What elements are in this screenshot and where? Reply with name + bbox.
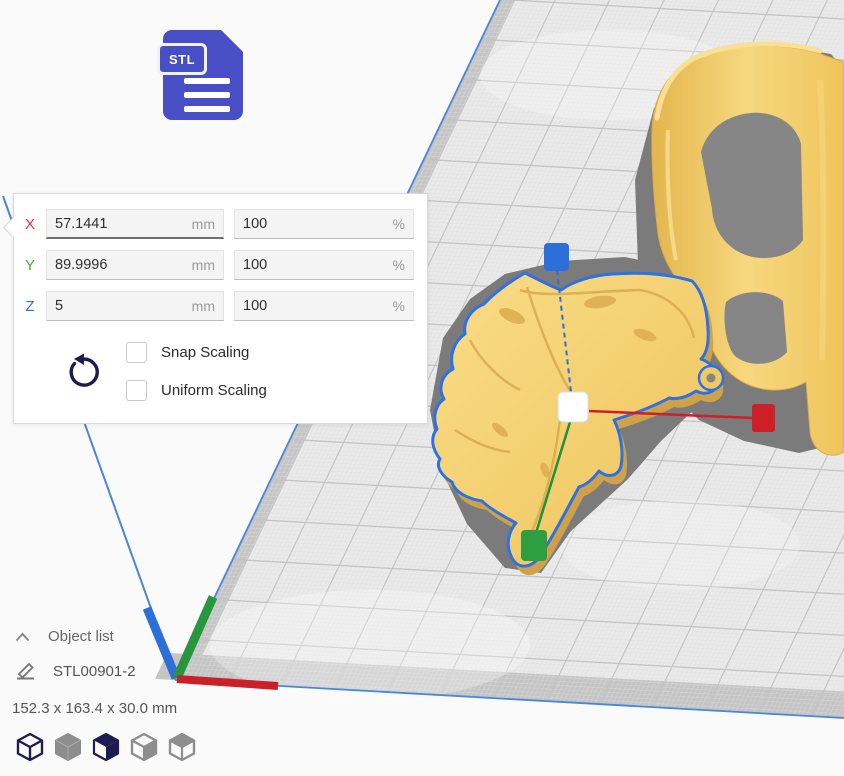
scale-panel-footer: Snap Scaling Uniform Scaling [14, 334, 427, 401]
unit-label: % [393, 216, 405, 232]
scale-z-mm-field: mm [46, 291, 224, 321]
view-button-3d[interactable] [14, 732, 45, 764]
view-button-right-side[interactable] [166, 732, 197, 764]
unit-label: % [393, 298, 405, 314]
cube-left-view-icon [129, 732, 159, 762]
scale-x-percent-input[interactable] [243, 216, 387, 232]
stl-file-fold-edge [222, 31, 242, 51]
scale-z-percent-input[interactable] [243, 298, 387, 314]
unit-label: % [393, 257, 405, 273]
scale-y-mm-field: mm [46, 250, 224, 280]
uniform-scaling-label: Uniform Scaling [161, 382, 267, 399]
scale-x-mm-field: mm [46, 209, 224, 239]
view-button-left-side[interactable] [128, 732, 159, 764]
cube-right-view-icon [167, 732, 197, 762]
scale-y-mm-input[interactable] [55, 257, 186, 273]
unit-label: mm [192, 216, 215, 232]
stl-file-textline [184, 78, 230, 84]
camera-view-toolbar [14, 732, 197, 764]
unit-label: mm [192, 257, 215, 273]
stl-file-textline [184, 106, 230, 112]
scale-row-y: Y mm % [14, 250, 427, 280]
model-dimensions: 152.3 x 163.4 x 30.0 mm [12, 700, 177, 717]
pencil-icon [16, 662, 36, 680]
scale-row-z: Z mm % [14, 291, 427, 321]
view-button-top[interactable] [90, 732, 121, 764]
chevron-up-icon [15, 632, 30, 642]
scale-handle-x[interactable] [752, 404, 775, 432]
plate-highlight [560, 500, 800, 590]
stl-file-icon[interactable]: STL [163, 30, 243, 120]
stl-file-badge: STL [157, 43, 207, 75]
unit-label: mm [192, 298, 215, 314]
reset-icon [64, 353, 102, 395]
scale-tool-panel: X mm % Y mm % Z mm [13, 193, 428, 424]
cube-front-view-icon [53, 732, 83, 762]
object-list-title: Object list [48, 628, 114, 645]
view-button-front[interactable] [52, 732, 83, 764]
cube-top-view-icon [91, 732, 121, 762]
scale-row-x: X mm % [14, 209, 427, 239]
scale-x-percent-field: % [234, 209, 414, 239]
snap-scaling-checkbox[interactable] [126, 342, 147, 363]
object-list-item[interactable]: STL00901-2 [16, 662, 136, 680]
scale-x-mm-input[interactable] [55, 216, 186, 232]
cube-3d-view-icon [15, 732, 45, 762]
cura-window: STL X mm % Y mm % [0, 0, 844, 776]
scale-handle-z[interactable] [544, 243, 569, 271]
scale-handle-y[interactable] [521, 530, 547, 561]
scale-z-percent-field: % [234, 291, 414, 321]
stl-file-textline [184, 92, 230, 98]
scale-handle-center[interactable] [558, 392, 588, 422]
object-list-header[interactable]: Object list [15, 628, 114, 645]
snap-scaling-row: Snap Scaling [126, 342, 267, 363]
scale-y-percent-input[interactable] [243, 257, 387, 273]
uniform-scaling-row: Uniform Scaling [126, 380, 267, 401]
scale-z-mm-input[interactable] [55, 298, 186, 314]
model-hanging-loop-hole [707, 374, 716, 383]
axis-label-x: X [14, 216, 46, 233]
axis-label-y: Y [14, 257, 46, 274]
reset-scale-button[interactable] [62, 352, 104, 398]
scale-y-percent-field: % [234, 250, 414, 280]
axis-label-z: Z [14, 298, 46, 315]
object-list-item-name: STL00901-2 [53, 663, 136, 680]
uniform-scaling-checkbox[interactable] [126, 380, 147, 401]
snap-scaling-label: Snap Scaling [161, 344, 249, 361]
